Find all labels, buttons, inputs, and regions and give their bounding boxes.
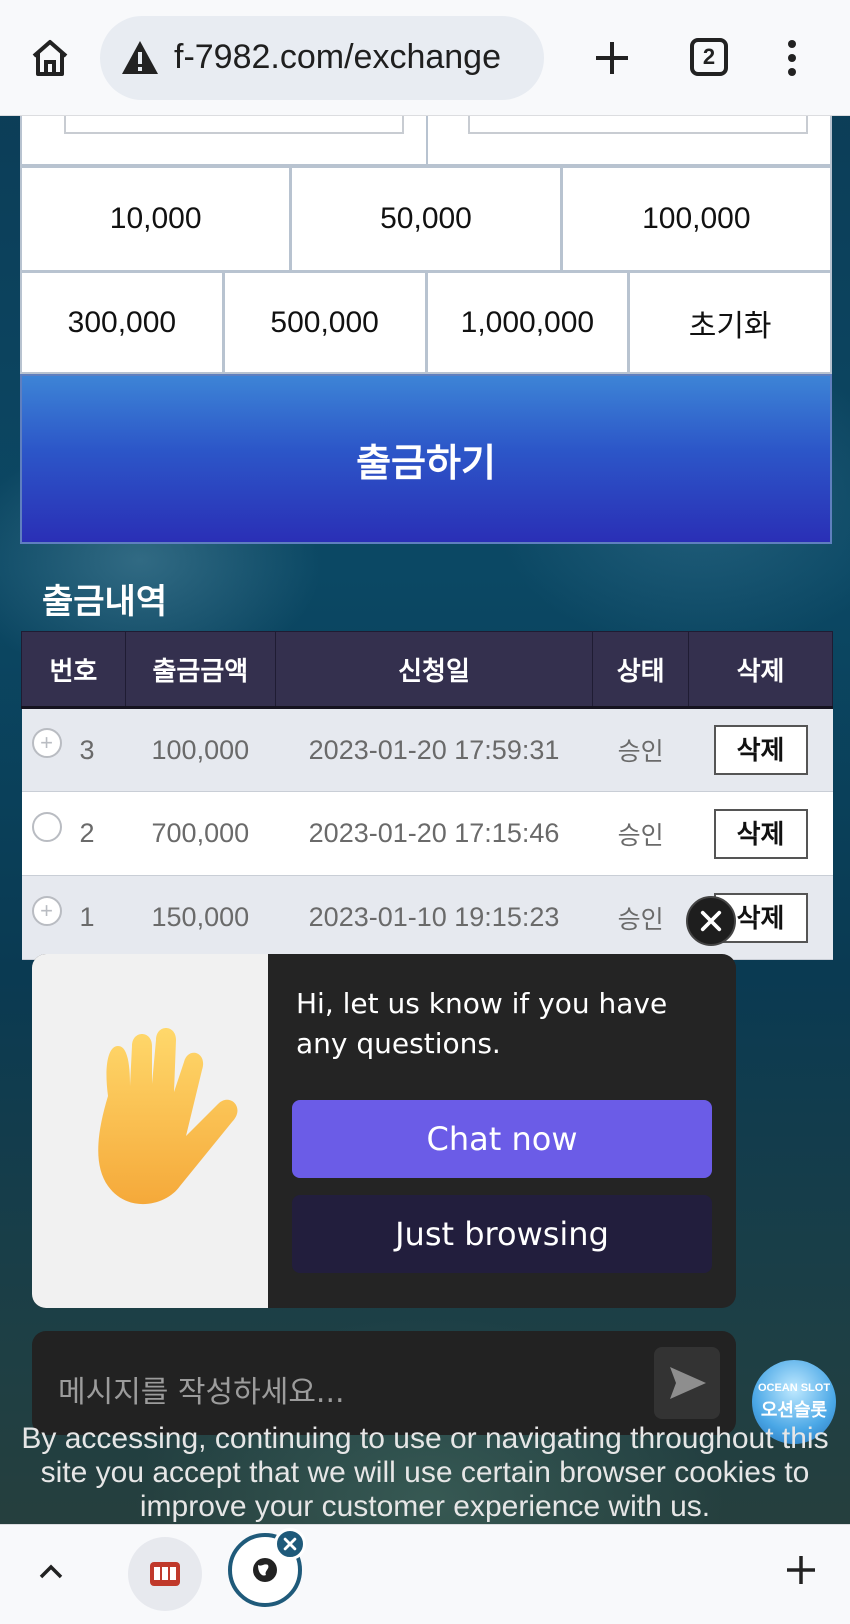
chevron-up-icon[interactable] bbox=[36, 1557, 66, 1587]
expand-row-icon[interactable] bbox=[31, 811, 62, 842]
row-amount: 700,000 bbox=[125, 791, 276, 876]
hand-illustration bbox=[32, 954, 268, 1308]
chat-now-button[interactable]: Chat now bbox=[292, 1100, 712, 1178]
chat-message-input[interactable]: 메시지를 작성하세요... bbox=[32, 1331, 736, 1435]
amount-button-10000[interactable]: 10,000 bbox=[22, 168, 290, 270]
col-status: 상태 bbox=[592, 631, 690, 709]
expand-row-icon[interactable]: + bbox=[31, 728, 62, 759]
row-number: 3 bbox=[79, 734, 95, 765]
slot-machine-icon bbox=[150, 1562, 180, 1586]
tab-thumbnail-slot[interactable] bbox=[128, 1537, 202, 1611]
field-right[interactable] bbox=[468, 116, 808, 134]
row-number-cell: +1 bbox=[21, 875, 126, 960]
history-title: 출금내역 bbox=[42, 582, 168, 622]
tab-strip bbox=[0, 1524, 850, 1624]
add-tab-icon[interactable] bbox=[784, 1553, 818, 1587]
amount-button-300000[interactable]: 300,000 bbox=[22, 273, 222, 372]
amount-row-1: 10,000 50,000 100,000 bbox=[20, 166, 832, 270]
browser-toolbar: f-7982.com/exchange 2 bbox=[0, 0, 850, 116]
globe-icon bbox=[253, 1558, 277, 1582]
row-amount: 100,000 bbox=[125, 707, 276, 792]
col-date: 신청일 bbox=[274, 631, 594, 709]
table-header-row: 번호 출금금액 신청일 상태 삭제 bbox=[21, 631, 833, 709]
row-number: 1 bbox=[79, 902, 95, 932]
logo-line2: 오션슬롯 bbox=[760, 1400, 828, 1421]
chat-greeting: Hi, let us know if you have any question… bbox=[296, 987, 668, 1060]
raised-hand-icon bbox=[98, 1028, 238, 1205]
amount-button-100000[interactable]: 100,000 bbox=[562, 168, 830, 270]
close-icon[interactable] bbox=[686, 896, 736, 946]
col-number: 번호 bbox=[21, 631, 126, 709]
chat-input-placeholder: 메시지를 작성하세요... bbox=[58, 1375, 345, 1410]
row-status: 승인 bbox=[592, 707, 689, 792]
url-text[interactable]: f-7982.com/exchange bbox=[174, 38, 534, 77]
logo-line1: OCEAN SLOT bbox=[757, 1382, 831, 1394]
amount-button-50000[interactable]: 50,000 bbox=[292, 168, 560, 270]
row-number-cell: +3 bbox=[21, 707, 126, 792]
amount-button-500000[interactable]: 500,000 bbox=[224, 273, 425, 372]
divider bbox=[426, 116, 428, 166]
new-tab-icon[interactable] bbox=[590, 36, 634, 80]
row-number-cell: 2 bbox=[21, 791, 126, 876]
amount-button-1000000[interactable]: 1,000,000 bbox=[427, 273, 628, 372]
chat-popup: Hi, let us know if you have any question… bbox=[32, 954, 736, 1308]
withdraw-form: 10,000 50,000 100,000 300,000 500,000 1,… bbox=[20, 116, 832, 544]
field-left[interactable] bbox=[64, 116, 404, 134]
row-number: 2 bbox=[79, 818, 95, 848]
expand-row-icon[interactable]: + bbox=[31, 895, 62, 926]
reset-button[interactable]: 초기화 bbox=[630, 273, 830, 372]
amount-row-2: 300,000 500,000 1,000,000 초기화 bbox=[20, 270, 832, 374]
row-amount: 150,000 bbox=[125, 875, 276, 960]
delete-button[interactable]: 삭제 bbox=[713, 725, 808, 775]
row-delete-cell: 삭제 bbox=[688, 791, 833, 876]
delete-button[interactable]: 삭제 bbox=[713, 808, 808, 859]
row-date: 2023-01-20 17:15:46 bbox=[275, 791, 593, 876]
col-amount: 출금금액 bbox=[124, 631, 276, 709]
cookie-notice: By accessing, continuing to use or navig… bbox=[21, 1422, 829, 1523]
send-icon bbox=[670, 1367, 706, 1399]
row-status: 승인 bbox=[592, 791, 689, 876]
more-menu-icon[interactable] bbox=[780, 36, 804, 80]
row-date: 2023-01-10 19:15:23 bbox=[275, 875, 593, 960]
just-browsing-button[interactable]: Just browsing bbox=[292, 1195, 712, 1273]
tab-switcher-button[interactable]: 2 bbox=[690, 38, 728, 76]
table-row: +3 100,000 2023-01-20 17:59:31 승인 삭제 bbox=[21, 707, 833, 792]
col-delete: 삭제 bbox=[688, 631, 833, 709]
not-secure-warning-icon[interactable] bbox=[120, 38, 160, 78]
account-fields bbox=[20, 116, 832, 166]
close-tab-icon[interactable] bbox=[274, 1528, 306, 1560]
address-bar[interactable]: f-7982.com/exchange bbox=[100, 16, 544, 100]
row-date: 2023-01-20 17:59:31 bbox=[275, 707, 593, 792]
home-icon[interactable] bbox=[28, 36, 72, 80]
row-delete-cell: 삭제 bbox=[688, 707, 833, 792]
send-button[interactable] bbox=[654, 1347, 720, 1419]
row-status: 승인 bbox=[592, 875, 689, 960]
withdraw-submit-button[interactable]: 출금하기 bbox=[20, 374, 832, 544]
table-row: 2 700,000 2023-01-20 17:15:46 승인 삭제 bbox=[21, 791, 833, 876]
